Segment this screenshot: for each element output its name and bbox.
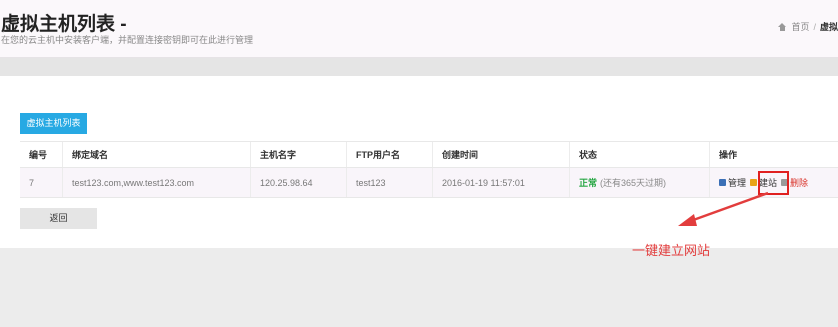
annotation-label: 一键建立网站 xyxy=(632,243,711,258)
annotation-arrow-icon xyxy=(678,191,769,226)
